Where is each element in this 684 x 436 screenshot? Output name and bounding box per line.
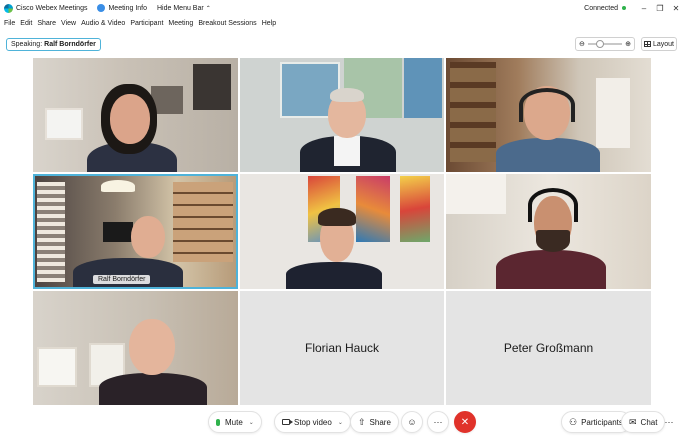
smiley-icon: ☺: [407, 417, 417, 427]
share-icon: ⇧: [358, 416, 366, 427]
minimize-icon[interactable]: –: [636, 0, 652, 16]
hide-menu-bar-label: Hide Menu Bar: [157, 4, 204, 12]
menu-breakout-sessions[interactable]: Breakout Sessions: [198, 20, 256, 27]
stop-video-label: Stop video: [294, 417, 332, 427]
participant-name-tag: Ralf Borndörfer: [93, 275, 151, 284]
video-tile-6[interactable]: [446, 174, 651, 289]
layout-button[interactable]: Layout: [641, 37, 677, 51]
connection-status: Connected: [584, 4, 618, 12]
video-tile-5[interactable]: [240, 174, 444, 289]
zoom-slider[interactable]: [587, 40, 623, 48]
panel-more-button[interactable]: ···: [658, 411, 680, 433]
connected-dot-icon: [622, 6, 626, 10]
video-zoom-control[interactable]: ⊖ ⊕: [575, 37, 635, 51]
reactions-button[interactable]: ☺: [401, 411, 423, 433]
chat-bubble-icon: ✉: [629, 416, 637, 427]
chevron-up-icon: ⌃: [205, 5, 211, 12]
zoom-slider-thumb[interactable]: [595, 40, 604, 48]
speaking-prefix: Speaking:: [11, 41, 43, 48]
menu-meeting[interactable]: Meeting: [168, 20, 193, 27]
participant-name: Florian Hauck: [304, 341, 380, 355]
more-icon: ···: [664, 417, 674, 427]
more-icon: ···: [433, 417, 443, 427]
chevron-down-icon[interactable]: ⌄: [338, 419, 343, 426]
close-icon[interactable]: ✕: [668, 0, 684, 16]
menu-help[interactable]: Help: [262, 20, 276, 27]
participant-name: Peter Großmann: [503, 341, 594, 355]
share-button[interactable]: ⇧ Share: [350, 411, 399, 433]
chevron-down-icon[interactable]: ⌄: [249, 419, 254, 426]
video-tile-2[interactable]: [240, 58, 444, 172]
share-label: Share: [369, 417, 391, 427]
title-bar: Cisco Webex Meetings Meeting Info Hide M…: [0, 0, 684, 16]
video-tile-8[interactable]: Florian Hauck: [240, 291, 444, 405]
microphone-icon: [216, 418, 220, 426]
mute-label: Mute: [225, 417, 243, 427]
zoom-in-icon[interactable]: ⊕: [625, 40, 631, 48]
chat-label: Chat: [640, 417, 658, 427]
person-icon: ⚇: [569, 416, 578, 427]
menu-bar: File Edit Share View Audio & Video Parti…: [0, 16, 684, 30]
hide-menu-bar-button[interactable]: Hide Menu Bar ⌃: [157, 5, 211, 12]
camera-icon: [282, 419, 293, 425]
layout-grid-icon: [643, 41, 651, 47]
stop-video-button[interactable]: Stop video ⌄: [274, 411, 351, 433]
layout-label: Layout: [652, 40, 675, 48]
video-tile-1[interactable]: [33, 58, 238, 172]
menu-share[interactable]: Share: [37, 20, 56, 27]
more-options-button[interactable]: ···: [427, 411, 449, 433]
zoom-out-icon[interactable]: ⊖: [579, 40, 585, 48]
close-icon: ✕: [460, 416, 470, 428]
video-tile-9[interactable]: Peter Großmann: [446, 291, 651, 405]
video-tile-3[interactable]: [446, 58, 651, 172]
menu-view[interactable]: View: [61, 20, 76, 27]
meeting-info-button[interactable]: Meeting Info: [97, 4, 147, 12]
meeting-info-label: Meeting Info: [108, 4, 147, 12]
webex-logo-icon: [4, 3, 13, 13]
menu-audio-video[interactable]: Audio & Video: [81, 20, 125, 27]
menu-participant[interactable]: Participant: [130, 20, 163, 27]
end-call-button[interactable]: ✕: [454, 411, 476, 433]
menu-edit[interactable]: Edit: [20, 20, 32, 27]
participants-label: Participants: [581, 417, 623, 427]
speaking-name: Ralf Borndörfer: [44, 41, 96, 48]
speaking-indicator: Speaking: Ralf Borndörfer: [6, 38, 101, 51]
video-tile-7[interactable]: [33, 291, 238, 405]
info-icon: [97, 4, 106, 12]
restore-icon[interactable]: ❐: [652, 0, 668, 16]
menu-file[interactable]: File: [4, 20, 15, 27]
app-title: Cisco Webex Meetings: [16, 4, 88, 12]
video-tile-4[interactable]: Ralf Borndörfer: [33, 174, 238, 289]
mute-button[interactable]: Mute ⌄: [208, 411, 262, 433]
meeting-controls-bar: Mute ⌄ Stop video ⌄ ⇧ Share ☺ ··· ✕ ⚇ Pa…: [0, 406, 684, 436]
